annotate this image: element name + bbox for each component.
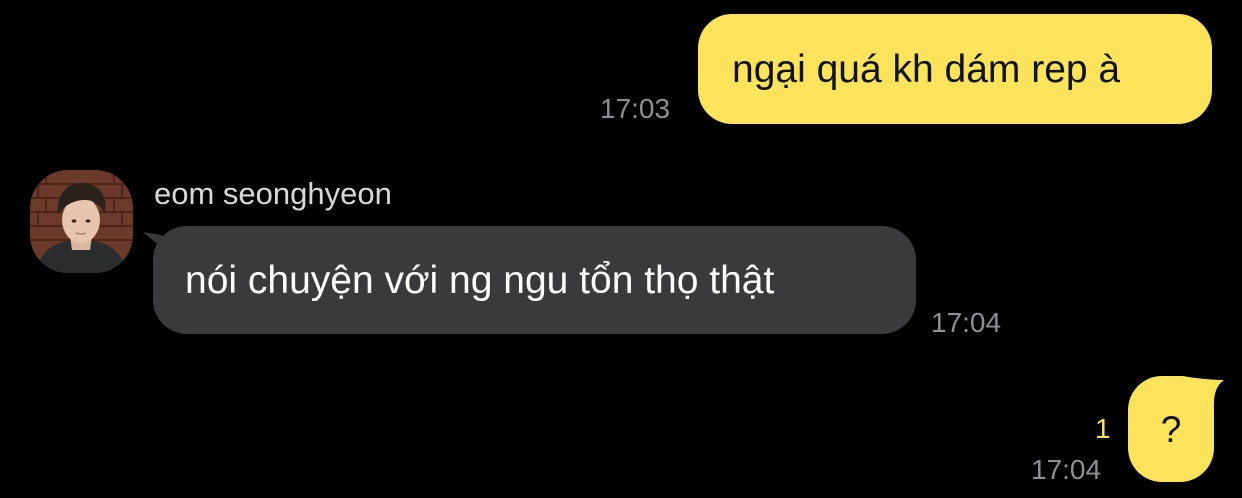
- message-timestamp: 17:04: [1031, 454, 1102, 485]
- message-bubble-incoming[interactable]: nói chuyện với ng ngu tổn thọ thật: [153, 226, 916, 334]
- message-bubble-outgoing[interactable]: ngại quá kh dám rep à: [698, 14, 1212, 124]
- message-text: nói chuyện với ng ngu tổn thọ thật: [185, 258, 775, 302]
- message-timestamp: 17:03: [600, 93, 671, 124]
- message-text: ?: [1160, 408, 1182, 450]
- avatar[interactable]: [30, 170, 133, 273]
- sender-name: eom seonghyeon: [154, 176, 392, 211]
- message-timestamp: 17:04: [931, 307, 1002, 338]
- profile-photo-avatar-icon: [30, 170, 133, 273]
- message-text: ngại quá kh dám rep à: [732, 47, 1121, 91]
- unread-count: 1: [1095, 413, 1111, 444]
- message-bubble-outgoing[interactable]: ?: [1128, 376, 1214, 482]
